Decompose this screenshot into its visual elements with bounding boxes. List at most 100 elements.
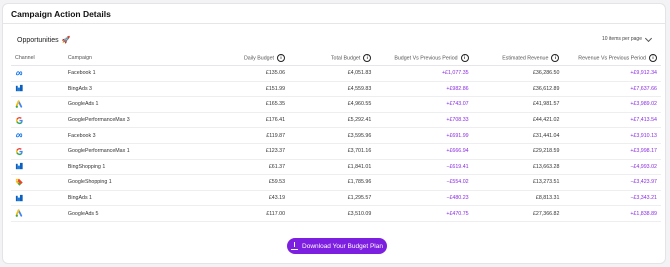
- download-budget-plan-button[interactable]: Download Your Budget Plan: [287, 238, 387, 254]
- campaign-name: GooglePerformanceMax 3: [63, 112, 219, 129]
- meta-icon: [15, 131, 24, 140]
- daily-budget: £117.00: [218, 205, 290, 222]
- info-icon[interactable]: i: [277, 54, 286, 62]
- table-row: GoogleShopping 1 £59.53 £1,785.96 −£554.02 £…: [11, 174, 661, 191]
- chevron-down-icon: [644, 34, 653, 42]
- estimated-revenue: £44,421.02: [472, 112, 564, 129]
- daily-budget: £61.37: [218, 159, 290, 176]
- channel-cell: [11, 205, 64, 222]
- total-budget: £5,292.41: [289, 112, 376, 129]
- estimated-revenue: £36,286.50: [472, 65, 564, 82]
- table-row: GoogleAds 5 £117.00 £3,510.09 +£470.75 £27,3…: [11, 205, 661, 222]
- total-budget: £1,785.96: [289, 174, 376, 191]
- table-row: GoogleAds 1 £165.35 £4,960.55 +£743.07 £41,9…: [11, 96, 661, 113]
- campaign-name: GooglePerformanceMax 1: [63, 143, 219, 160]
- opportunities-title: Opportunities: [17, 36, 59, 44]
- estimated-revenue: £31,441.04: [472, 127, 564, 144]
- total-budget: £3,701.16: [289, 143, 376, 160]
- total-budget: £4,559.83: [289, 81, 376, 98]
- meta-icon: [15, 69, 24, 78]
- channel-cell: [11, 143, 64, 160]
- budget-vs-prev: −£554.02: [375, 174, 473, 191]
- revenue-vs-prev: +£7,413.54: [563, 112, 661, 129]
- budget-vs-prev: +£982.86: [375, 81, 473, 98]
- revenue-vs-prev: −£3,423.97: [563, 174, 661, 191]
- table-header-row: Channel Campaign Daily Budget i Total Bud…: [11, 51, 661, 66]
- channel-cell: [11, 65, 64, 82]
- campaign-name: Facebook 1: [63, 65, 219, 82]
- estimated-revenue: £29,218.59: [472, 143, 564, 160]
- info-icon[interactable]: i: [363, 54, 372, 62]
- revenue-vs-prev: −£4,993.02: [563, 159, 661, 176]
- google-icon: [15, 116, 24, 125]
- bing-icon: [15, 194, 24, 203]
- channel-cell: [11, 127, 64, 144]
- estimated-revenue: £13,273.51: [472, 174, 564, 191]
- col-campaign: Campaign: [63, 51, 219, 66]
- budget-vs-prev: −£480.23: [375, 190, 473, 207]
- download-icon: [291, 242, 299, 250]
- daily-budget: £123.37: [218, 143, 290, 160]
- campaign-name: GoogleAds 1: [63, 96, 219, 113]
- table-row: Facebook 3 £119.87 £3,595.96 +£691.99 £31,44…: [11, 127, 661, 144]
- opportunities-table: Channel Campaign Daily Budget i Total Bud…: [11, 51, 661, 222]
- daily-budget: £176.41: [218, 112, 290, 129]
- col-total-budget: Total Budget i: [289, 51, 376, 66]
- total-budget: £4,051.83: [289, 65, 376, 82]
- google-shopping-icon: [15, 178, 24, 187]
- revenue-vs-prev: +£3,989.02: [563, 96, 661, 113]
- revenue-vs-prev: +£9,912.34: [563, 65, 661, 82]
- campaign-name: Facebook 3: [63, 127, 219, 144]
- col-est-revenue-label: Estimated Revenue: [502, 55, 549, 62]
- table-row: BingShopping 1 £61.37 £1,841.01 −£619.41 £13…: [11, 159, 661, 176]
- estimated-revenue: £41,981.57: [472, 96, 564, 113]
- info-icon[interactable]: i: [460, 54, 469, 62]
- col-daily-budget-label: Daily Budget: [243, 55, 275, 62]
- daily-budget: £151.99: [218, 81, 290, 98]
- revenue-vs-prev: −£3,343.21: [563, 190, 661, 207]
- items-per-page-select[interactable]: 10 items per page: [602, 34, 653, 42]
- daily-budget: £119.87: [218, 127, 290, 144]
- estimated-revenue: £8,813.31: [472, 190, 564, 207]
- campaign-name: BingShopping 1: [63, 159, 219, 176]
- campaign-name: GoogleShopping 1: [63, 174, 219, 191]
- table-row: Facebook 1 £135.06 £4,051.83 +£1,077.35 £36,…: [11, 65, 661, 82]
- daily-budget: £135.06: [218, 65, 290, 82]
- google-ads-icon: [15, 209, 24, 218]
- revenue-vs-prev: +£7,637.66: [563, 81, 661, 98]
- table-row: GooglePerformanceMax 3 £176.41 £5,292.41 +£…: [11, 112, 661, 129]
- revenue-vs-prev: +£1,838.89: [563, 205, 661, 222]
- bing-icon: [15, 84, 24, 93]
- table-row: BingAds 3 £151.99 £4,559.83 +£982.86 £36,612…: [11, 81, 661, 98]
- col-daily-budget: Daily Budget i: [218, 51, 290, 66]
- col-budget-vs-prev: Budget Vs Previous Period i: [375, 51, 473, 66]
- campaign-name: BingAds 1: [63, 190, 219, 207]
- google-ads-icon: [15, 100, 24, 109]
- channel-cell: [11, 81, 64, 98]
- budget-vs-prev: +£743.07: [375, 96, 473, 113]
- channel-cell: [11, 112, 64, 129]
- info-icon[interactable]: i: [551, 54, 560, 62]
- budget-vs-prev: +£708.33: [375, 112, 473, 129]
- campaign-name: GoogleAds 5: [63, 205, 219, 222]
- col-channel: Channel: [11, 51, 64, 66]
- budget-vs-prev: +£1,077.35: [375, 65, 473, 82]
- budget-vs-prev: +£470.75: [375, 205, 473, 222]
- info-icon[interactable]: i: [649, 54, 657, 62]
- col-revenue-vs-prev-label: Revenue Vs Previous Period: [578, 55, 646, 62]
- bing-icon: [15, 162, 24, 171]
- channel-cell: [11, 174, 64, 191]
- budget-vs-prev: −£619.41: [375, 159, 473, 176]
- channel-cell: [11, 159, 64, 176]
- table-row: GooglePerformanceMax 1 £123.37 £3,701.16 +£…: [11, 143, 661, 160]
- total-budget: £4,960.55: [289, 96, 376, 113]
- budget-vs-prev: +£666.94: [375, 143, 473, 160]
- google-icon: [15, 147, 24, 156]
- channel-cell: [11, 96, 64, 113]
- download-button-label: Download Your Budget Plan: [302, 242, 383, 250]
- channel-cell: [11, 190, 64, 207]
- estimated-revenue: £36,612.89: [472, 81, 564, 98]
- opportunities-heading: Opportunities 🚀: [17, 36, 70, 45]
- col-total-budget-label: Total Budget: [330, 55, 361, 62]
- campaign-name: BingAds 3: [63, 81, 219, 98]
